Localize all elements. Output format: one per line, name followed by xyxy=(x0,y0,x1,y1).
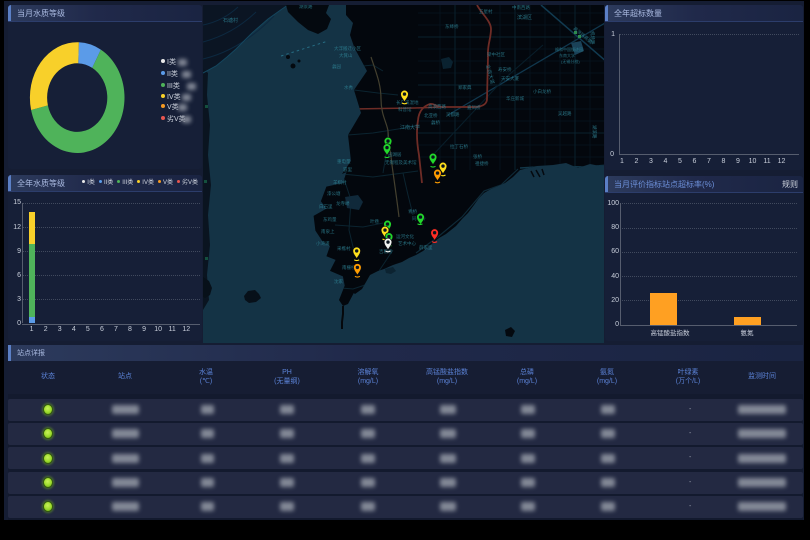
svg-text:容里: 容里 xyxy=(343,166,352,173)
svg-text:薛家里: 薛家里 xyxy=(419,244,433,251)
svg-text:梁中社区: 梁中社区 xyxy=(487,51,505,58)
svg-text:漆公塘: 漆公塘 xyxy=(327,190,341,197)
svg-text:湖滨路: 湖滨路 xyxy=(591,125,598,139)
svg-text:石塘村: 石塘村 xyxy=(223,17,238,24)
svg-text:五星村: 五星村 xyxy=(479,8,493,14)
svg-text:南泉上: 南泉上 xyxy=(321,228,335,234)
svg-text:天安大厦: 天安大厦 xyxy=(501,75,519,82)
svg-text:小湾浦: 小湾浦 xyxy=(316,240,330,247)
svg-text:沈家: 沈家 xyxy=(334,278,343,285)
svg-text:东南大学: 东南大学 xyxy=(559,52,575,58)
svg-text:张桥: 张桥 xyxy=(473,153,482,160)
svg-text:寿安桥: 寿安桥 xyxy=(498,66,512,73)
svg-text:(无锡分校): (无锡分校) xyxy=(561,58,580,64)
svg-text:大浮搬迁小区: 大浮搬迁小区 xyxy=(334,45,361,52)
svg-text:无锡程及美术馆: 无锡程及美术馆 xyxy=(385,159,417,166)
svg-text:滨湖区: 滨湖区 xyxy=(517,14,532,21)
svg-text:重电量: 重电量 xyxy=(337,158,351,165)
svg-text:青桥: 青桥 xyxy=(408,208,417,215)
svg-text:小白龙桥: 小白龙桥 xyxy=(533,88,551,95)
svg-text:华庄新城: 华庄新城 xyxy=(506,95,524,102)
svg-text:郑家典: 郑家典 xyxy=(458,84,472,91)
svg-text:长广溪湿地: 长广溪湿地 xyxy=(396,99,419,106)
svg-text:大箕山: 大箕山 xyxy=(339,52,353,59)
svg-text:吴越路: 吴越路 xyxy=(558,110,572,117)
svg-text:运河文化: 运河文化 xyxy=(396,233,414,240)
svg-text:江南大学: 江南大学 xyxy=(400,124,420,131)
svg-text:蠡园: 蠡园 xyxy=(332,63,341,70)
svg-text:蠡桥: 蠡桥 xyxy=(431,119,440,126)
svg-text:叶巷: 叶巷 xyxy=(370,218,379,225)
svg-text:科普馆: 科普馆 xyxy=(398,106,412,113)
svg-text:龙寺嵝: 龙寺嵝 xyxy=(336,200,350,207)
svg-text:艺术中心: 艺术中心 xyxy=(398,240,416,247)
svg-text:采樵村: 采樵村 xyxy=(337,245,351,252)
svg-text:吴都路: 吴都路 xyxy=(446,111,460,118)
svg-text:拉丁石桥: 拉丁石桥 xyxy=(450,143,468,150)
svg-text:东绛桥: 东绛桥 xyxy=(445,23,459,30)
svg-text:高浪西路: 高浪西路 xyxy=(428,103,446,110)
svg-text:园湖居: 园湖居 xyxy=(388,151,402,158)
svg-text:水秀: 水秀 xyxy=(344,84,353,91)
svg-text:北亚桥: 北亚桥 xyxy=(424,112,438,119)
svg-text:嘉凤桥: 嘉凤桥 xyxy=(467,104,481,111)
svg-text:格和中国慢迹园: 格和中国慢迹园 xyxy=(555,46,583,52)
svg-text:羊棋村: 羊棋村 xyxy=(333,179,347,186)
svg-text:东鸡量: 东鸡量 xyxy=(323,216,337,223)
svg-text:祖捷桥: 祖捷桥 xyxy=(475,160,489,167)
svg-text:白石里: 白石里 xyxy=(319,203,333,210)
